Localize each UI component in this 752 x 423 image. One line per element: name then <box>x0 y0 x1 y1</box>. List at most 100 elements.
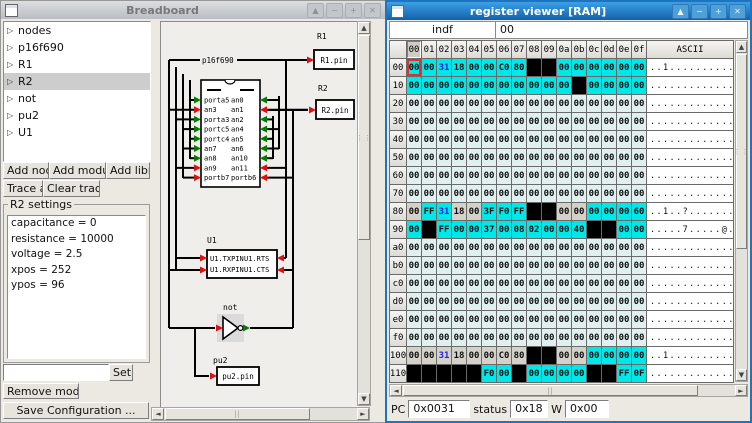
ram-cell-b0-01[interactable]: 00 <box>422 257 436 274</box>
ram-cell-60-06[interactable]: 00 <box>497 167 511 184</box>
ram-cell-110-08[interactable]: 00 <box>527 365 541 382</box>
ram-cell-80-0a[interactable]: 00 <box>557 203 571 220</box>
ram-cell-70-07[interactable]: 00 <box>512 185 526 202</box>
ram-cell-f0-06[interactable]: 00 <box>497 329 511 346</box>
ram-cell-80-0d[interactable]: 00 <box>602 203 616 220</box>
register-name-entry[interactable]: indf <box>389 21 496 39</box>
module-r1[interactable]: R1 R1.pin <box>307 32 354 69</box>
ram-cell-00-06[interactable]: C0 <box>497 59 511 76</box>
ram-cell-10-03[interactable]: 00 <box>452 77 466 94</box>
ram-cell-110-0f[interactable]: 0F <box>632 365 646 382</box>
ram-cell-90-0b[interactable]: 40 <box>572 221 586 238</box>
ram-cell-80-04[interactable]: 00 <box>467 203 481 220</box>
ram-cell-d0-0b[interactable]: 00 <box>572 293 586 310</box>
ram-cell-70-0b[interactable]: 00 <box>572 185 586 202</box>
ram-cell-d0-00[interactable]: 00 <box>407 293 421 310</box>
ram-cell-c0-02[interactable]: 00 <box>437 275 451 292</box>
shade-button[interactable]: ▲ <box>307 3 324 18</box>
row-header-30[interactable]: 30 <box>390 113 406 130</box>
ram-cell-c0-04[interactable]: 00 <box>467 275 481 292</box>
ram-cell-80-07[interactable]: FF <box>512 203 526 220</box>
expander-icon[interactable]: ▷ <box>7 77 18 86</box>
ram-cell-110-05[interactable]: F0 <box>482 365 496 382</box>
scroll-up-icon[interactable]: ▲ <box>358 22 370 34</box>
scroll-right-icon[interactable]: ► <box>735 385 747 396</box>
ram-cell-00-0f[interactable]: 00 <box>632 59 646 76</box>
expander-icon[interactable]: ▷ <box>7 60 18 69</box>
ram-cell-50-00[interactable]: 00 <box>407 149 421 166</box>
ram-cell-80-00[interactable]: 00 <box>407 203 421 220</box>
row-header-10[interactable]: 10 <box>390 77 406 94</box>
ram-cell-90-02[interactable]: FF <box>437 221 451 238</box>
canvas-horizontal-scrollbar[interactable]: ◄ || ► <box>151 407 370 421</box>
ram-cell-90-09[interactable]: 00 <box>542 221 556 238</box>
tree-item-R2[interactable]: ▷R2 <box>4 73 150 90</box>
ram-cell-30-0c[interactable]: 00 <box>587 113 601 130</box>
row-header-110[interactable]: 110 <box>390 365 406 382</box>
ram-cell-110-06[interactable]: 00 <box>497 365 511 382</box>
column-header-0c[interactable]: 0c <box>587 41 601 58</box>
ram-cell-b0-0d[interactable]: 00 <box>602 257 616 274</box>
ram-cell-90-0f[interactable]: 00 <box>632 221 646 238</box>
ram-cell-100-0d[interactable]: 00 <box>602 347 616 364</box>
ram-cell-100-0c[interactable]: 00 <box>587 347 601 364</box>
column-header-0d[interactable]: 0d <box>602 41 616 58</box>
ram-cell-a0-09[interactable]: 00 <box>542 239 556 256</box>
scroll-up-icon[interactable]: ▲ <box>736 41 747 53</box>
ram-cell-a0-0e[interactable]: 00 <box>617 239 631 256</box>
row-header-20[interactable]: 20 <box>390 95 406 112</box>
add-module-button[interactable]: Add module <box>49 162 106 179</box>
ram-cell-d0-07[interactable]: 00 <box>512 293 526 310</box>
ram-cell-50-03[interactable]: 00 <box>452 149 466 166</box>
column-header-05[interactable]: 05 <box>482 41 496 58</box>
ram-cell-30-0e[interactable]: 00 <box>617 113 631 130</box>
row-header-e0[interactable]: e0 <box>390 311 406 328</box>
ram-cell-100-02[interactable]: 31 <box>437 347 451 364</box>
ram-cell-100-0e[interactable]: 00 <box>617 347 631 364</box>
ram-cell-d0-03[interactable]: 00 <box>452 293 466 310</box>
ram-cell-70-09[interactable]: 00 <box>542 185 556 202</box>
ram-cell-90-04[interactable]: 00 <box>467 221 481 238</box>
ram-cell-100-07[interactable]: 80 <box>512 347 526 364</box>
ram-cell-c0-01[interactable]: 00 <box>422 275 436 292</box>
ram-cell-40-06[interactable]: 00 <box>497 131 511 148</box>
ram-cell-50-02[interactable]: 00 <box>437 149 451 166</box>
ram-cell-f0-02[interactable]: 00 <box>437 329 451 346</box>
module-r2[interactable]: R2 R2.pin <box>309 84 354 119</box>
ram-cell-10-0e[interactable]: 00 <box>617 77 631 94</box>
ram-cell-f0-03[interactable]: 00 <box>452 329 466 346</box>
ram-cell-100-0f[interactable]: 00 <box>632 347 646 364</box>
ram-cell-70-00[interactable]: 00 <box>407 185 421 202</box>
ram-cell-00-0a[interactable]: 00 <box>557 59 571 76</box>
grid-vertical-scrollbar[interactable]: ▲ ⋮⋮ ▼ <box>735 40 748 382</box>
ram-cell-b0-06[interactable]: 00 <box>497 257 511 274</box>
maximize-button[interactable]: + <box>710 4 727 19</box>
scroll-down-icon[interactable]: ▼ <box>358 393 370 405</box>
ram-cell-40-0d[interactable]: 00 <box>602 131 616 148</box>
ram-cell-30-01[interactable]: 00 <box>422 113 436 130</box>
ram-cell-c0-0e[interactable]: 00 <box>617 275 631 292</box>
module-u1[interactable]: U1 U1.TXPINU1.RTSU1.RXPINU1.CTS <box>200 236 284 278</box>
column-header-08[interactable]: 08 <box>527 41 541 58</box>
ram-cell-00-0c[interactable]: 00 <box>587 59 601 76</box>
ram-cell-00-04[interactable]: 00 <box>467 59 481 76</box>
ram-cell-50-0b[interactable]: 00 <box>572 149 586 166</box>
ram-cell-70-03[interactable]: 00 <box>452 185 466 202</box>
ram-cell-90-01[interactable] <box>422 221 436 238</box>
ram-cell-e0-0b[interactable]: 00 <box>572 311 586 328</box>
ram-cell-60-0a[interactable]: 00 <box>557 167 571 184</box>
ram-cell-40-01[interactable]: 00 <box>422 131 436 148</box>
close-button[interactable]: ✕ <box>729 4 746 19</box>
ram-cell-50-0d[interactable]: 00 <box>602 149 616 166</box>
maximize-button[interactable]: + <box>345 3 362 18</box>
ram-cell-f0-09[interactable]: 00 <box>542 329 556 346</box>
ram-cell-70-0a[interactable]: 00 <box>557 185 571 202</box>
ram-cell-a0-00[interactable]: 00 <box>407 239 421 256</box>
pin-portc4[interactable]: portc4 <box>190 135 229 143</box>
ram-cell-60-0b[interactable]: 00 <box>572 167 586 184</box>
column-header-0f[interactable]: 0f <box>632 41 646 58</box>
ram-cell-110-09[interactable]: 00 <box>542 365 556 382</box>
ram-cell-20-08[interactable]: 00 <box>527 95 541 112</box>
ram-cell-70-06[interactable]: 00 <box>497 185 511 202</box>
ram-cell-b0-0f[interactable]: 00 <box>632 257 646 274</box>
